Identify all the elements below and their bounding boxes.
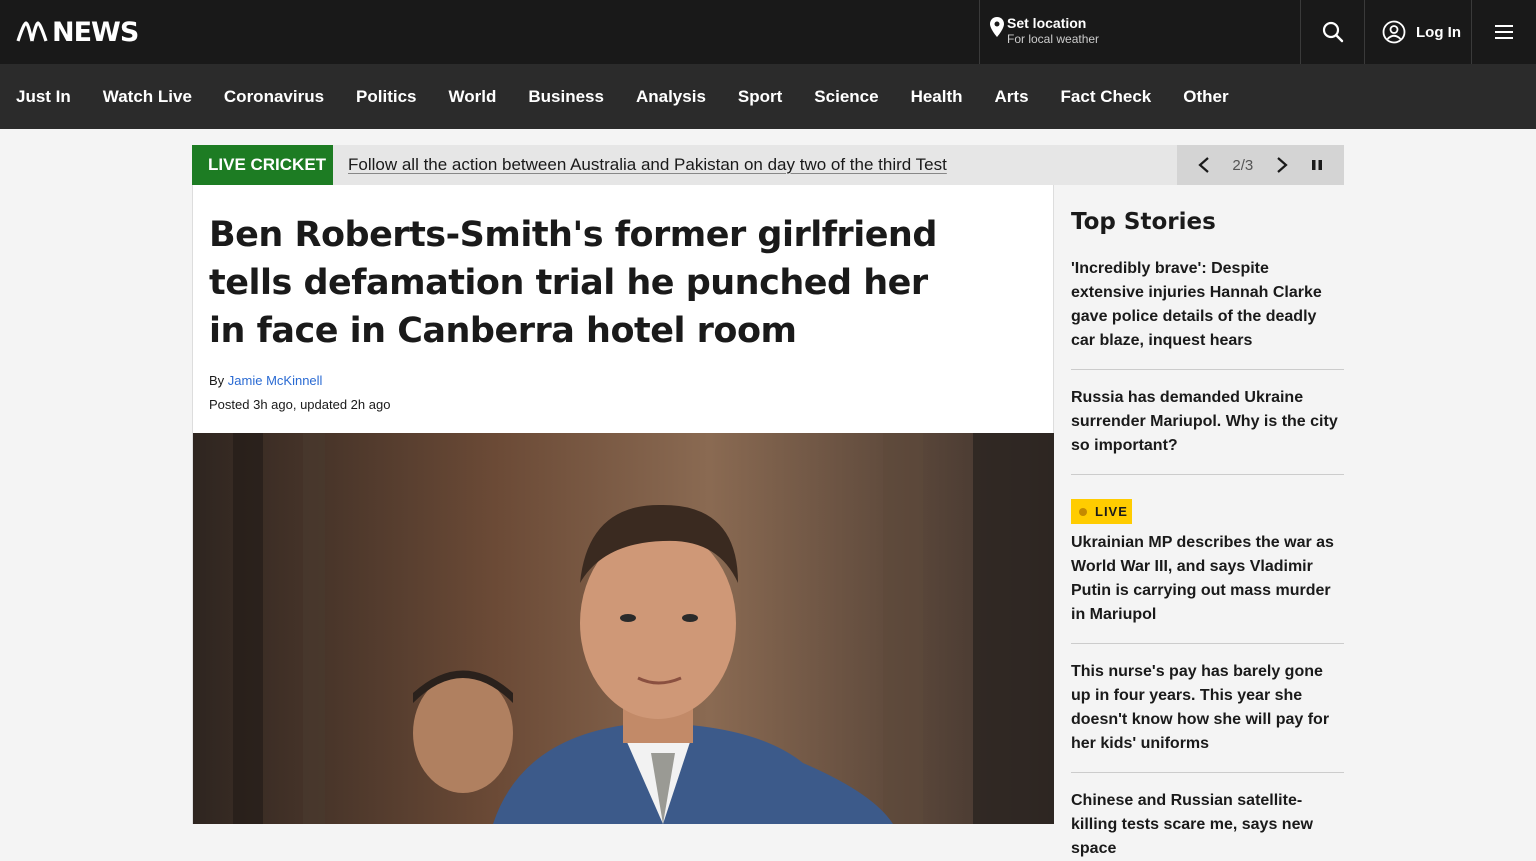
byline: By Jamie McKinnell (209, 373, 322, 388)
ticker-message-link[interactable]: Follow all the action between Australia … (333, 145, 1177, 185)
nav-item-just-in[interactable]: Just In (16, 87, 71, 107)
article-headline: Ben Roberts-Smith's former girlfriend te… (209, 215, 937, 351)
live-badge-label: LIVE (1095, 504, 1128, 519)
nav-item-business[interactable]: Business (528, 87, 604, 107)
top-stories-sidebar: Top Stories 'Incredibly brave': Despite … (1071, 185, 1344, 857)
story-divider (1071, 643, 1344, 644)
nav-item-other[interactable]: Other (1183, 87, 1228, 107)
top-story-link[interactable]: Russia has demanded Ukraine surrender Ma… (1071, 386, 1344, 458)
article-card: Ben Roberts-Smith's former girlfriend te… (192, 185, 1054, 824)
abc-logo-icon (16, 21, 48, 42)
posted-timestamp: Posted 3h ago, updated 2h ago (209, 397, 391, 412)
top-story-link[interactable]: Chinese and Russian satellite-killing te… (1071, 789, 1344, 861)
nav-item-politics[interactable]: Politics (356, 87, 416, 107)
story-divider (1071, 474, 1344, 475)
hero-image[interactable] (193, 433, 1054, 824)
search-button[interactable] (1300, 0, 1364, 64)
nav-item-sport[interactable]: Sport (738, 87, 782, 107)
chevron-left-icon[interactable] (1197, 156, 1211, 174)
main-navigation: Just In Watch Live Coronavirus Politics … (0, 64, 1536, 129)
story-divider (1071, 772, 1344, 773)
nav-item-analysis[interactable]: Analysis (636, 87, 706, 107)
breaking-ticker: LIVE CRICKET Follow all the action betwe… (192, 145, 1344, 185)
top-story-link[interactable]: 'Incredibly brave': Despite extensive in… (1071, 257, 1344, 353)
live-dot-icon (1079, 507, 1087, 516)
nav-item-watch-live[interactable]: Watch Live (103, 87, 192, 107)
log-in-label: Log In (1416, 23, 1461, 41)
ticker-controls: 2/3 (1177, 145, 1344, 185)
pause-icon[interactable] (1310, 158, 1324, 172)
ticker-tag: LIVE CRICKET (192, 145, 333, 185)
logo-text: NEWS (52, 16, 139, 48)
live-badge: LIVE (1071, 499, 1132, 524)
nav-item-science[interactable]: Science (814, 87, 878, 107)
user-account-icon (1382, 20, 1406, 44)
hamburger-menu-icon (1495, 25, 1513, 39)
top-header: NEWS Set location For local weather Log … (0, 0, 1536, 64)
ticker-counter: 2/3 (1232, 156, 1254, 174)
location-title: Set location (1007, 15, 1087, 31)
nav-item-world[interactable]: World (449, 87, 497, 107)
top-story-link[interactable]: This nurse's pay has barely gone up in f… (1071, 660, 1344, 756)
search-icon (1322, 21, 1343, 43)
log-in-button[interactable]: Log In (1364, 0, 1472, 64)
location-pin-icon (990, 17, 1004, 37)
abc-news-logo[interactable]: NEWS (16, 16, 139, 48)
nav-item-fact-check[interactable]: Fact Check (1061, 87, 1152, 107)
byline-prefix: By (209, 373, 225, 388)
hero-photo-illustration (193, 433, 1054, 824)
nav-item-health[interactable]: Health (911, 87, 963, 107)
top-stories-heading: Top Stories (1071, 209, 1216, 235)
set-location-button[interactable]: Set location For local weather (979, 0, 1300, 64)
author-link[interactable]: Jamie McKinnell (228, 373, 323, 388)
location-subtitle: For local weather (1007, 32, 1100, 46)
story-divider (1071, 369, 1344, 370)
nav-item-arts[interactable]: Arts (995, 87, 1029, 107)
menu-button[interactable] (1472, 0, 1536, 64)
top-story-link[interactable]: Ukrainian MP describes the war as World … (1071, 531, 1344, 627)
chevron-right-icon[interactable] (1275, 156, 1289, 174)
nav-item-coronavirus[interactable]: Coronavirus (224, 87, 324, 107)
